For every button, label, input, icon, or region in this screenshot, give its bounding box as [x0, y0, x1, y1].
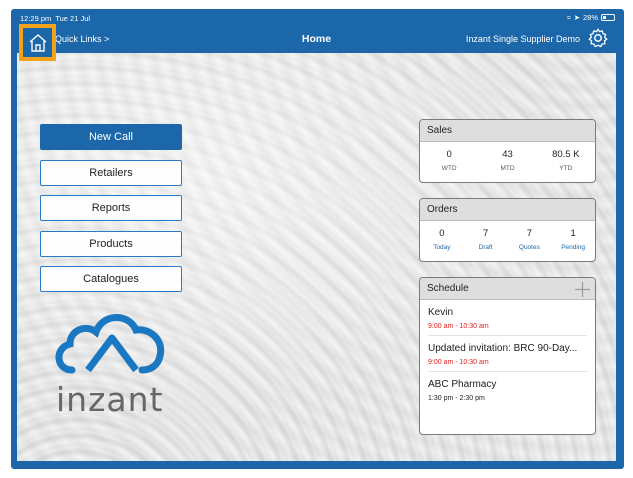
stat-value: 7 — [482, 228, 489, 239]
products-button[interactable]: Products — [40, 230, 182, 257]
stat-value: 1 — [570, 228, 576, 239]
orders-quotes[interactable]: 7 Quotes — [508, 228, 550, 251]
main-menu: New Call Retailers Reports Products Cata… — [40, 124, 182, 302]
schedule-item[interactable]: Kevin 9:00 am - 10:30 am — [428, 300, 587, 336]
status-date: Tue 21 Jul — [55, 14, 91, 23]
account-name[interactable]: Inzant Single Supplier Demo — [466, 34, 580, 44]
orders-card-title: Orders — [420, 199, 595, 221]
schedule-item-title: Kevin — [428, 307, 454, 318]
schedule-item[interactable]: Updated invitation: BRC 90-Day... 9:00 a… — [428, 336, 587, 372]
stat-label: Quotes — [518, 244, 540, 251]
schedule-header: Schedule — [420, 278, 595, 300]
stat-label: WTD — [441, 165, 457, 172]
status-bar-right: ≈ ➤ 28% — [567, 13, 615, 22]
orders-pending[interactable]: 1 Pending — [552, 228, 594, 251]
stat-value: 43 — [502, 149, 513, 160]
sales-mtd[interactable]: 43 MTD — [480, 149, 535, 172]
home-icon — [29, 33, 46, 52]
wifi-icon: ≈ — [566, 13, 571, 22]
battery-percent: 28% — [582, 13, 598, 22]
schedule-item-time: 9:00 am - 10:30 am — [428, 323, 489, 330]
stat-label: Draft — [478, 244, 493, 251]
schedule-item-time: 1:30 pm - 2:30 pm — [428, 395, 485, 402]
home-button[interactable] — [19, 24, 56, 61]
stat-label: Pending — [561, 244, 586, 251]
stat-label: YTD — [559, 165, 573, 172]
stat-value: 80.5 K — [552, 149, 580, 160]
schedule-card: Schedule Kevin 9:00 am - 10:30 am Update… — [419, 277, 596, 435]
sales-card[interactable]: Sales 0 WTD 43 MTD 80.5 K YTD — [419, 119, 596, 183]
location-icon: ➤ — [573, 13, 580, 22]
schedule-item-title: ABC Pharmacy — [428, 379, 497, 390]
new-call-button[interactable]: New Call — [40, 124, 182, 150]
retailers-button[interactable]: Retailers — [40, 159, 182, 186]
stat-value: 0 — [439, 228, 445, 239]
status-time: 12:29 pm — [20, 14, 52, 23]
add-icon[interactable] — [574, 281, 591, 298]
sales-ytd[interactable]: 80.5 K YTD — [538, 149, 593, 172]
stat-value: 7 — [526, 228, 533, 239]
sales-wtd[interactable]: 0 WTD — [422, 149, 477, 172]
sales-card-title: Sales — [420, 120, 595, 142]
schedule-item[interactable]: ABC Pharmacy 1:30 pm - 2:30 pm — [428, 372, 587, 407]
schedule-card-title: Schedule — [427, 283, 469, 294]
status-bar-time: 12:29 pm Tue 21 Jul — [20, 14, 90, 23]
schedule-item-time: 9:00 am - 10:30 am — [428, 359, 489, 366]
stat-label: MTD — [500, 165, 515, 172]
catalogues-button[interactable]: Catalogues — [40, 266, 182, 292]
orders-card[interactable]: Orders 0 Today 7 Draft 7 Quotes 1 Pendin… — [419, 198, 596, 262]
schedule-item-title: Updated invitation: BRC 90-Day... — [428, 343, 578, 354]
stat-value: 0 — [446, 149, 452, 160]
orders-draft[interactable]: 7 Draft — [465, 228, 507, 251]
cloud-logo-icon — [55, 314, 165, 374]
logo-wordmark: inzant — [56, 380, 164, 419]
gear-icon[interactable] — [587, 27, 609, 49]
stat-label: Today — [433, 244, 451, 251]
reports-button[interactable]: Reports — [40, 195, 182, 221]
orders-today[interactable]: 0 Today — [421, 228, 463, 251]
battery-icon — [601, 14, 615, 21]
